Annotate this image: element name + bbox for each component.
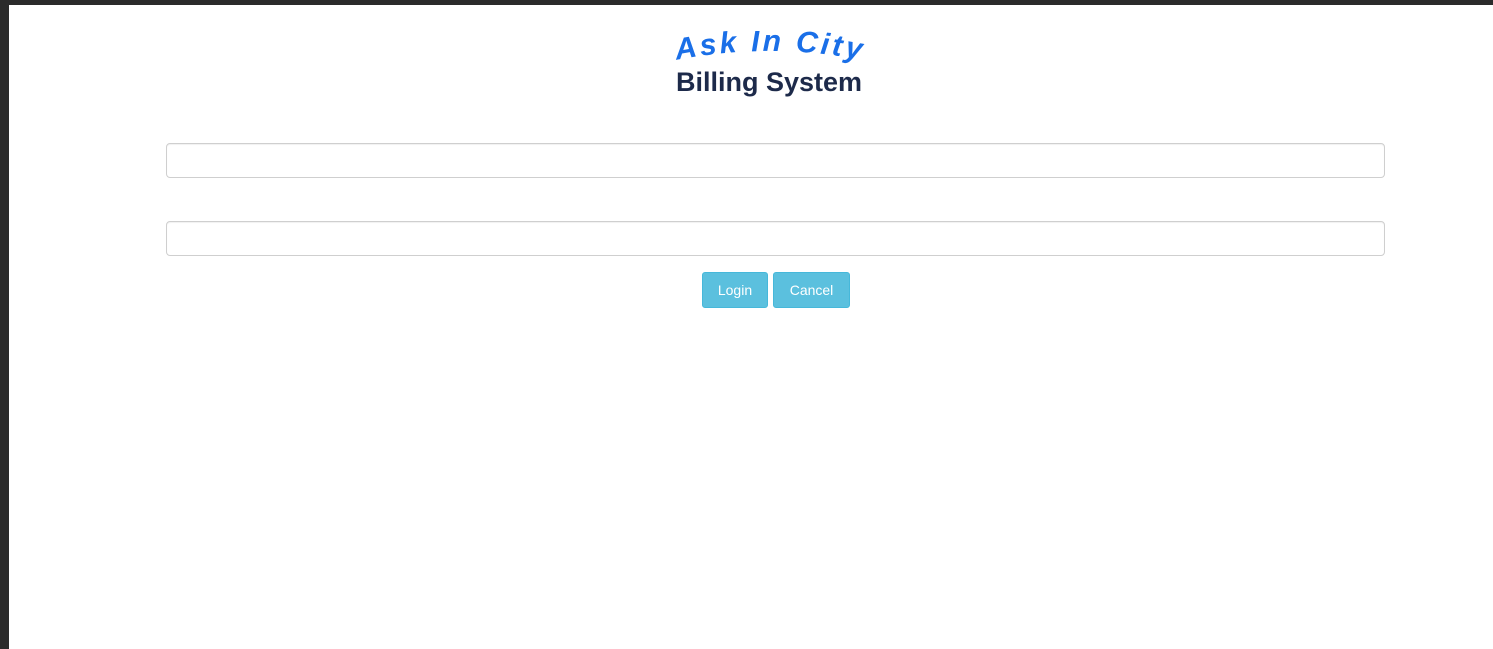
login-button[interactable]: Login <box>702 272 768 308</box>
cancel-button[interactable]: Cancel <box>773 272 850 308</box>
password-input[interactable] <box>166 221 1385 256</box>
username-input[interactable] <box>166 143 1385 178</box>
logo-graphic: Ask In City Billing System <box>671 31 868 97</box>
logo-subtitle: Billing System <box>676 67 862 97</box>
logo: Ask In City Billing System <box>599 31 939 111</box>
login-page: Ask In City Billing System Login Cancel <box>9 5 1493 649</box>
logo-arc-text: Ask In City <box>671 31 868 67</box>
